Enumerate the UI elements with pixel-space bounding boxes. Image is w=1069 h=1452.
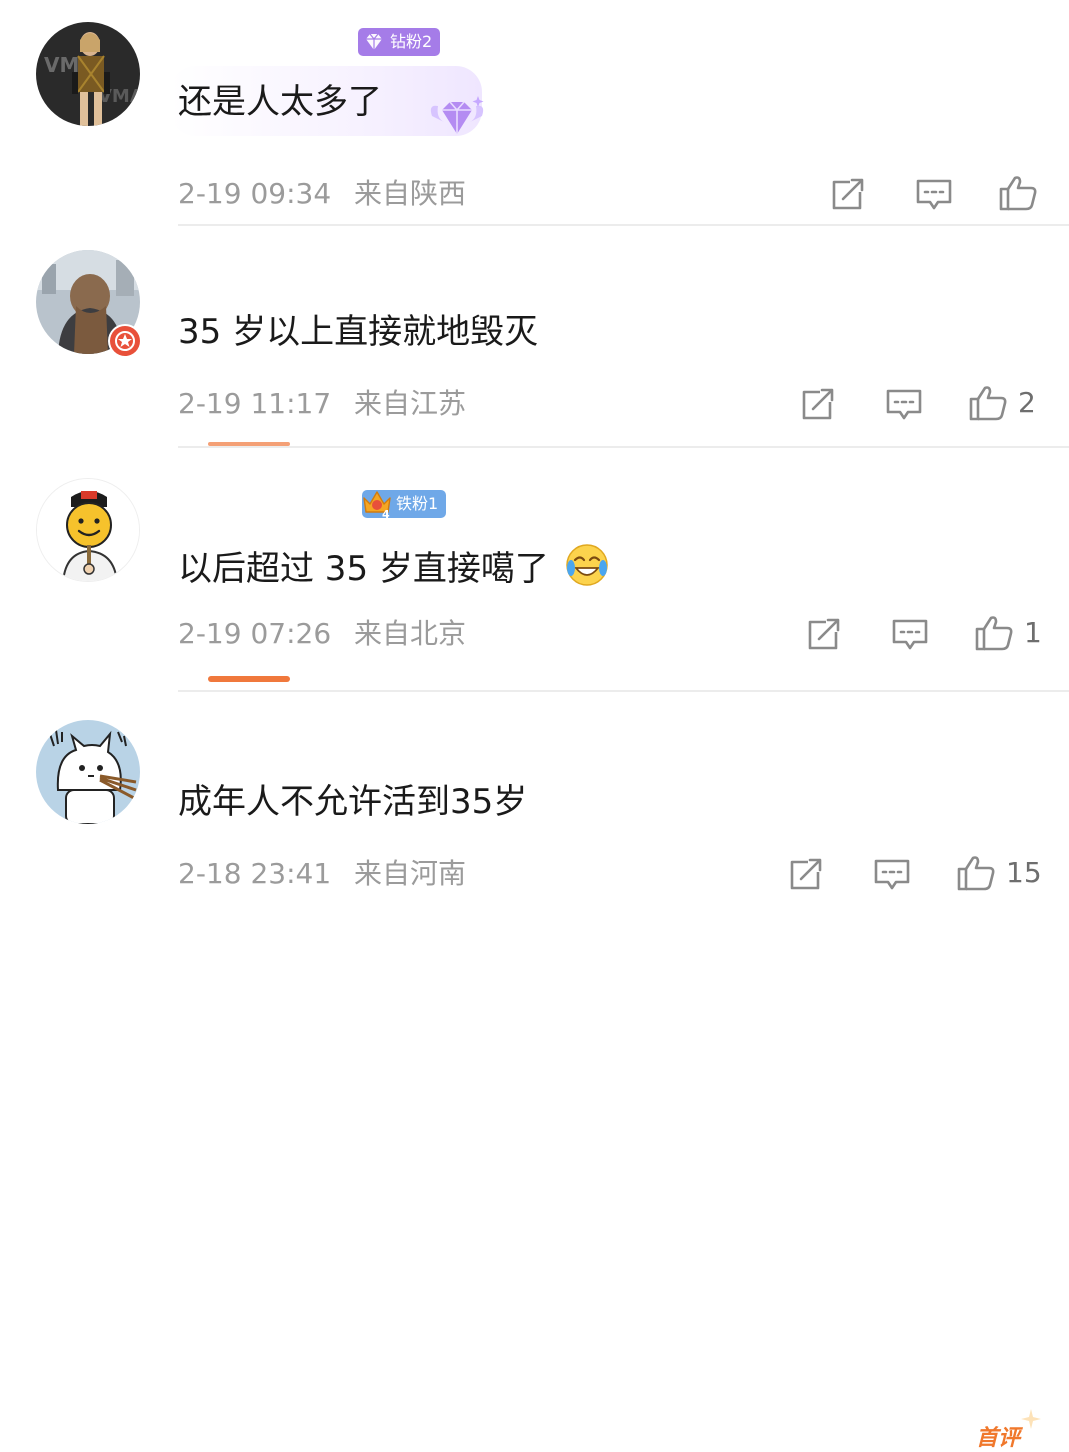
laugh-cry-emoji-icon <box>564 542 610 599</box>
comment-location: 来自陕西 <box>354 177 467 210</box>
share-icon <box>808 618 840 650</box>
reply-button[interactable] <box>891 618 929 652</box>
avatar-image <box>37 479 139 581</box>
verified-badge <box>108 324 142 358</box>
comment-meta: 2-19 07:26 来自北京 <box>178 616 466 652</box>
reply-button[interactable] <box>885 388 923 422</box>
like-count: 15 <box>1006 856 1042 889</box>
like-count: 2 <box>1018 386 1036 419</box>
user-avatar[interactable]: VMA VMA <box>36 22 140 126</box>
share-button[interactable] <box>788 856 824 892</box>
comment-text: 以后超过 35 岁直接噶了 <box>178 542 610 599</box>
comment-time: 2-18 23:41 <box>178 857 332 890</box>
comment-location: 来自北京 <box>354 617 467 650</box>
comment-meta: 2-18 23:41 来自河南 <box>178 856 466 892</box>
share-button[interactable] <box>800 386 836 422</box>
comment-meta: 2-19 11:17 来自江苏 <box>178 386 466 422</box>
comment-location: 来自江苏 <box>354 387 467 420</box>
thumbs-up-icon <box>999 176 1037 211</box>
like-button[interactable]: 1 <box>974 614 1042 652</box>
like-button[interactable]: 15 <box>956 854 1042 892</box>
fan-badge-label: 铁粉1 <box>396 494 439 513</box>
diamond-icon <box>362 30 386 63</box>
comment-time: 2-19 09:34 <box>178 177 332 210</box>
share-button[interactable] <box>806 616 842 652</box>
star-badge-icon <box>110 326 140 356</box>
highlight-mark <box>208 676 290 682</box>
share-icon <box>790 858 822 890</box>
fan-badge[interactable]: 4 铁粉1 <box>362 490 447 521</box>
avatar-image: VMA VMA <box>36 22 140 126</box>
reply-button[interactable] <box>873 858 911 892</box>
comment-item: VMA VMA 钻粉2 还是人太多了 2-19 09:34 来自陕西 <box>0 0 1069 226</box>
comment-icon <box>874 859 910 890</box>
crown-icon: 4 <box>360 486 394 529</box>
comment-text: 还是人太多了 <box>178 82 382 122</box>
comment-location: 来自河南 <box>354 857 467 890</box>
svg-text:4: 4 <box>382 508 390 520</box>
comment-item: 35 岁以上直接就地毁灭 2-19 11:17 来自江苏 2 <box>0 226 1069 448</box>
comment-time: 2-19 11:17 <box>178 387 332 420</box>
comment-icon <box>886 389 922 420</box>
comment-text-content: 以后超过 35 岁直接噶了 <box>178 549 549 589</box>
like-count: 1 <box>1024 616 1042 649</box>
first-comment-tag: 首评 <box>976 1409 1041 1452</box>
fan-badge[interactable]: 钻粉2 <box>358 28 441 56</box>
comment-icon <box>892 619 928 650</box>
sparkle-icon <box>1020 1408 1042 1436</box>
thumbs-up-icon <box>975 616 1013 651</box>
comment-text: 35 岁以上直接就地毁灭 <box>178 312 539 352</box>
diamond-decoration-icon <box>426 92 488 150</box>
comment-meta: 2-19 09:34 来自陕西 <box>178 176 466 212</box>
thumbs-up-icon <box>957 856 995 891</box>
comment-time: 2-19 07:26 <box>178 617 332 650</box>
user-avatar[interactable] <box>36 478 140 582</box>
comment-item: 首评 成年人不允许活到35岁 2-18 23:41 来自河南 15 <box>0 692 1069 1451</box>
thumbs-up-icon <box>969 386 1007 421</box>
like-button[interactable]: 2 <box>968 384 1036 422</box>
comment-item: 4 铁粉1 以后超过 35 岁直接噶了 2-19 07:26 来自北京 1 <box>0 448 1069 692</box>
reply-button[interactable] <box>915 178 953 212</box>
share-button[interactable] <box>830 176 866 212</box>
share-icon <box>802 388 834 420</box>
fan-badge-label: 钻粉2 <box>390 32 433 51</box>
comment-text: 成年人不允许活到35岁 <box>178 782 528 822</box>
like-button[interactable] <box>998 174 1048 212</box>
first-comment-tag-label: 首评 <box>976 1426 1021 1451</box>
avatar-image <box>36 720 140 824</box>
share-icon <box>832 178 864 210</box>
comment-icon <box>916 179 952 210</box>
user-avatar[interactable] <box>36 720 140 824</box>
